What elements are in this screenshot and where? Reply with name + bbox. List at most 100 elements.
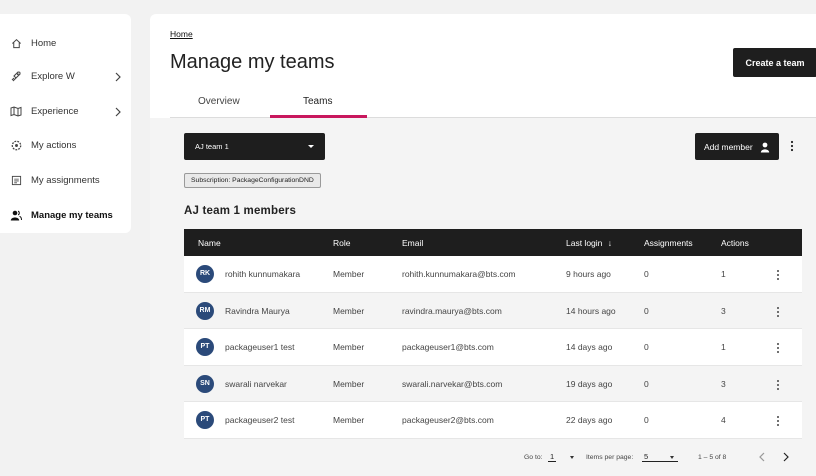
- column-header-assignments[interactable]: Assignments: [644, 238, 693, 248]
- table-row[interactable]: SN swarali narvekar Member swarali.narve…: [184, 365, 802, 403]
- add-member-button[interactable]: Add member: [695, 133, 779, 160]
- member-assignments: 0: [644, 269, 649, 279]
- add-member-label: Add member: [704, 142, 753, 152]
- row-more-icon[interactable]: [774, 341, 782, 355]
- member-name: swarali narvekar: [225, 378, 287, 389]
- table-row[interactable]: RM Ravindra Maurya Member ravindra.maury…: [184, 292, 802, 330]
- member-actions-count: 1: [721, 342, 726, 353]
- team-select[interactable]: AJ team 1: [184, 133, 325, 160]
- create-team-button[interactable]: Create a team: [733, 48, 816, 77]
- more-options-icon[interactable]: [787, 138, 797, 154]
- teams-content: AJ team 1 Subscription: PackageConfigura…: [150, 118, 816, 476]
- members-table: Name Role Email Last login ↓ Assignments…: [184, 229, 802, 439]
- member-actions-count: 1: [721, 269, 726, 279]
- team-select-value: AJ team 1: [195, 142, 229, 151]
- team-icon: [9, 208, 23, 222]
- table-header: Name Role Email Last login ↓ Assignments…: [184, 229, 802, 256]
- page-range: 1 – 5 of 8: [698, 454, 727, 461]
- add-user-icon: [760, 140, 770, 153]
- table-row[interactable]: RK rohith kunnumakara Member rohith.kunn…: [184, 256, 802, 293]
- sidebar: Home Explore W Experience My actions My …: [0, 14, 131, 233]
- column-header-name[interactable]: Name: [198, 238, 221, 248]
- member-email: packageuser1@bts.com: [402, 342, 494, 353]
- member-email: swarali.narvekar@bts.com: [402, 378, 503, 389]
- member-assignments: 0: [644, 415, 649, 426]
- member-role: Member: [333, 305, 365, 316]
- table-row[interactable]: PT packageuser1 test Member packageuser1…: [184, 329, 802, 366]
- member-name: rohith kunnumakara: [225, 269, 301, 279]
- avatar: PT: [196, 338, 214, 357]
- sidebar-item-home[interactable]: Home: [0, 31, 131, 55]
- member-name: Ravindra Maurya: [225, 305, 290, 316]
- member-actions-count: 3: [721, 305, 726, 316]
- member-last-login: 9 hours ago: [566, 269, 611, 279]
- member-role: Member: [333, 415, 365, 426]
- sidebar-item-explore[interactable]: Explore W: [0, 64, 131, 88]
- chevron-right-icon: [114, 70, 124, 82]
- member-role: Member: [333, 378, 365, 389]
- sidebar-item-label: My assignments: [31, 174, 100, 186]
- clipboard-icon: [9, 173, 23, 187]
- member-email: rohith.kunnumakara@bts.com: [402, 269, 516, 279]
- tab-overview[interactable]: Overview: [198, 96, 240, 107]
- member-email: ravindra.maurya@bts.com: [402, 305, 502, 316]
- gear-badge-icon: [9, 138, 23, 152]
- row-more-icon[interactable]: [774, 268, 782, 282]
- sidebar-item-manage-my-teams[interactable]: Manage my teams: [0, 203, 131, 227]
- caret-down-icon: [570, 456, 574, 459]
- main-panel: Home Manage my teams Create a team Overv…: [150, 14, 816, 476]
- member-name: packageuser1 test: [225, 342, 295, 353]
- table-row[interactable]: PT packageuser2 test Member packageuser2…: [184, 402, 802, 439]
- prev-page-icon[interactable]: [757, 451, 767, 463]
- goto-label: Go to:: [524, 454, 543, 461]
- avatar: RK: [196, 265, 214, 283]
- member-assignments: 0: [644, 342, 649, 353]
- sidebar-item-experience[interactable]: Experience: [0, 99, 131, 123]
- avatar: RM: [196, 301, 214, 320]
- column-header-role[interactable]: Role: [333, 238, 350, 248]
- member-actions-count: 3: [721, 378, 726, 389]
- row-more-icon[interactable]: [774, 378, 782, 392]
- caret-down-icon: [670, 456, 674, 459]
- member-last-login: 19 days ago: [566, 378, 613, 389]
- map-icon: [9, 104, 23, 118]
- member-last-login: 14 days ago: [566, 342, 613, 353]
- next-page-icon[interactable]: [781, 451, 791, 463]
- column-header-label: Last login: [566, 238, 603, 248]
- pagination: Go to: 1 Items per page: 5 1 – 5 of 8: [150, 448, 816, 468]
- row-more-icon[interactable]: [774, 305, 782, 319]
- member-email: packageuser2@bts.com: [402, 415, 494, 426]
- sidebar-item-my-actions[interactable]: My actions: [0, 133, 131, 157]
- sidebar-item-label: My actions: [31, 139, 77, 151]
- avatar: SN: [196, 374, 214, 393]
- rocket-icon: [9, 69, 23, 83]
- chevron-right-icon: [114, 105, 124, 117]
- column-header-last-login[interactable]: Last login ↓: [566, 238, 612, 248]
- caret-down-icon: [308, 145, 314, 148]
- home-icon: [9, 36, 23, 50]
- member-actions-count: 4: [721, 415, 726, 426]
- sidebar-item-label: Home: [31, 37, 57, 49]
- column-header-email[interactable]: Email: [402, 238, 423, 248]
- member-assignments: 0: [644, 305, 649, 316]
- subscription-badge: Subscription: PackageConfigurationDND: [184, 173, 321, 188]
- member-assignments: 0: [644, 378, 649, 389]
- breadcrumb[interactable]: Home: [170, 29, 193, 39]
- avatar: PT: [196, 411, 214, 430]
- tab-bar: Overview Teams: [170, 90, 816, 118]
- member-role: Member: [333, 342, 365, 353]
- sidebar-item-label: Manage my teams: [31, 209, 113, 221]
- items-per-page-label: Items per page:: [586, 454, 634, 461]
- tab-teams[interactable]: Teams: [303, 96, 332, 107]
- member-role: Member: [333, 269, 365, 279]
- member-name: packageuser2 test: [225, 415, 295, 426]
- goto-page-select[interactable]: 1: [548, 452, 557, 462]
- column-header-actions[interactable]: Actions: [721, 238, 749, 248]
- row-more-icon[interactable]: [774, 414, 782, 428]
- members-heading: AJ team 1 members: [184, 205, 297, 217]
- sort-arrow-icon: ↓: [607, 238, 613, 248]
- member-last-login: 22 days ago: [566, 415, 613, 426]
- sidebar-item-my-assignments[interactable]: My assignments: [0, 168, 131, 192]
- sidebar-item-label: Explore W: [31, 70, 75, 82]
- sidebar-item-label: Experience: [31, 105, 79, 117]
